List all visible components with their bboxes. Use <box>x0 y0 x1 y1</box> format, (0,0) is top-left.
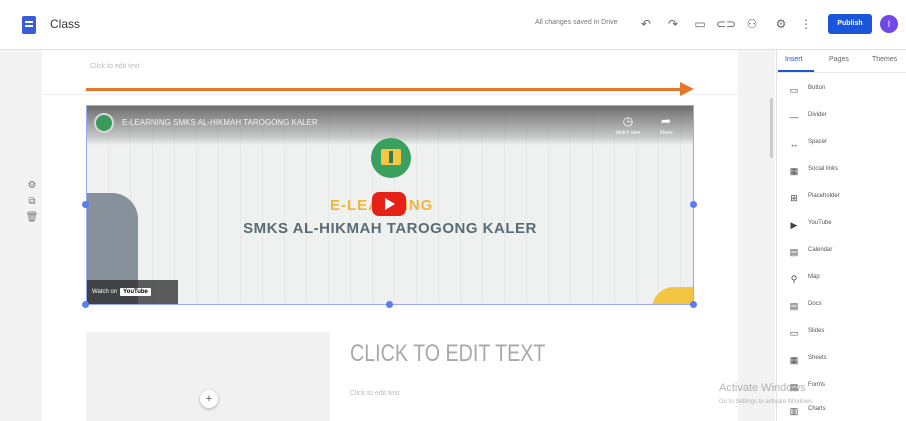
publish-button[interactable]: Publish <box>828 14 872 34</box>
activation-watermark-subtitle: Go to Settings to activate Windows. <box>719 399 814 405</box>
slides-icon: ▭ <box>789 328 799 338</box>
insert-item-spacer[interactable]: ↔ Spacer <box>776 131 906 158</box>
insert-item-social-links[interactable]: ▦ Social links <box>776 158 906 185</box>
insert-item-label: Forms <box>808 382 825 388</box>
canvas-scrollbar[interactable] <box>770 98 773 158</box>
spacer-icon: ↔ <box>789 139 799 149</box>
calendar-icon: ▤ <box>789 247 799 257</box>
insert-item-label: Calendar <box>808 247 833 253</box>
charts-icon: ▥ <box>789 406 799 416</box>
insert-item-label: Docs <box>808 301 822 307</box>
insert-item-label: Sheets <box>808 355 827 361</box>
tab-insert[interactable]: Insert <box>785 56 803 63</box>
activation-watermark-title: Activate Windows <box>719 382 806 394</box>
annotation-arrow-head <box>680 82 694 96</box>
duplicate-section-icon[interactable]: ⧉ <box>28 196 35 208</box>
preview-icon[interactable]: ▭ <box>690 14 710 34</box>
insert-item-placeholder[interactable]: ⊞ Placeholder <box>776 185 906 212</box>
insert-item-button[interactable]: ▭ Button <box>776 77 906 104</box>
top-bar: Class All changes saved in Drive ↶ ↷ ▭ ⊂… <box>0 0 906 50</box>
divider-icon: — <box>789 112 799 122</box>
insert-item-youtube[interactable]: ▶ YouTube <box>776 212 906 239</box>
placeholder-icon: ⊞ <box>790 193 798 203</box>
top-text-placeholder[interactable]: Click to edit text <box>90 63 139 70</box>
insert-item-label: Slides <box>808 328 825 334</box>
delete-section-icon[interactable]: 🗑 <box>26 212 39 224</box>
more-options-icon[interactable]: ⋮ <box>796 14 816 34</box>
add-image-button[interactable]: + <box>200 390 218 408</box>
insert-item-sheets[interactable]: ▦ Sheets <box>776 347 906 374</box>
social-links-icon: ▦ <box>789 166 799 176</box>
tab-themes[interactable]: Themes <box>872 56 897 63</box>
insert-item-calendar[interactable]: ▤ Calendar <box>776 239 906 266</box>
selection-outline <box>86 105 694 305</box>
resize-handle-left[interactable] <box>82 201 89 208</box>
insert-item-label: Placeholder <box>808 193 840 199</box>
undo-icon[interactable]: ↶ <box>636 14 656 34</box>
section-tools: ⚙ ⧉ 🗑 <box>23 180 41 230</box>
resize-handle-bottom[interactable] <box>386 301 393 308</box>
insert-item-divider[interactable]: — Divider <box>776 104 906 131</box>
button-icon: ▭ <box>789 85 799 95</box>
resize-handle-right[interactable] <box>690 201 697 208</box>
insert-item-label: Button <box>808 85 826 91</box>
resize-handle-bottom-left[interactable] <box>82 301 89 308</box>
redo-icon[interactable]: ↷ <box>663 14 683 34</box>
insert-item-docs[interactable]: ▤ Docs <box>776 293 906 320</box>
heading-placeholder[interactable]: CLICK TO EDIT TEXT <box>350 340 545 368</box>
insert-item-slides[interactable]: ▭ Slides <box>776 320 906 347</box>
section-style-icon[interactable]: ⚙ <box>28 180 37 192</box>
insert-item-map[interactable]: ⚲ Map <box>776 266 906 293</box>
insert-item-label: Social links <box>808 166 839 172</box>
save-status: All changes saved in Drive <box>535 19 618 26</box>
map-pin-icon: ⚲ <box>790 274 798 284</box>
user-avatar[interactable]: I <box>880 15 898 33</box>
youtube-icon: ▶ <box>790 220 798 230</box>
insert-item-label: Map <box>808 274 820 280</box>
sites-logo-icon[interactable] <box>22 16 36 34</box>
insert-item-label: Divider <box>808 112 827 118</box>
insert-item-label: Spacer <box>808 139 828 145</box>
resize-handle-bottom-right[interactable] <box>690 301 697 308</box>
tabs-divider <box>776 72 906 73</box>
link-icon[interactable]: ⊂⊃ <box>716 14 736 34</box>
settings-icon[interactable]: ⚙ <box>771 14 791 34</box>
document-title[interactable]: Class <box>50 17 80 31</box>
annotation-arrow <box>86 88 682 91</box>
docs-icon: ▤ <box>789 301 799 311</box>
sheets-icon: ▦ <box>789 355 799 365</box>
body-text-placeholder[interactable]: Click to edit text <box>350 390 399 397</box>
tab-pages[interactable]: Pages <box>829 56 849 63</box>
insert-item-label: Charts <box>808 406 826 412</box>
insert-item-label: YouTube <box>808 220 832 226</box>
share-with-others-icon[interactable]: ⚇ <box>742 14 762 34</box>
